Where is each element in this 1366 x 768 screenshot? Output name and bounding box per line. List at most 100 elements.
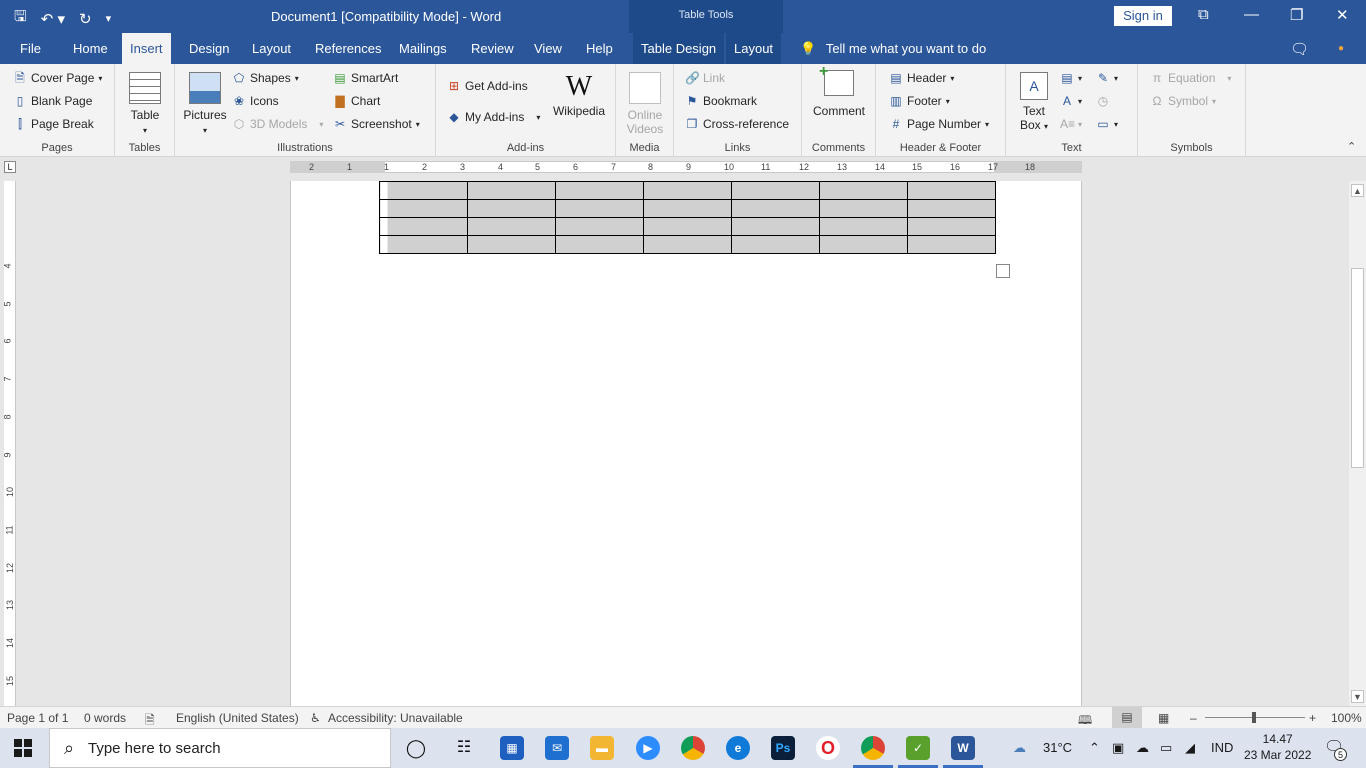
language-indicator[interactable]: English (United States) [176, 711, 299, 725]
battery-icon[interactable]: ▭ [1160, 740, 1172, 756]
tab-table-design[interactable]: Table Design [633, 33, 725, 64]
maximize-icon[interactable]: ❐ [1290, 6, 1303, 24]
tab-view[interactable]: View [526, 33, 570, 64]
bookmark-button[interactable]: ⚑ Bookmark [685, 94, 757, 108]
excel-app-icon[interactable]: ✓ [898, 736, 938, 768]
drop-cap-button[interactable]: A≡ ▾ [1060, 117, 1082, 131]
table-cell[interactable] [643, 181, 732, 200]
tab-selector[interactable]: L [4, 161, 16, 173]
table-cell[interactable] [467, 181, 556, 200]
tab-file[interactable]: File [12, 33, 49, 64]
pictures-button[interactable]: Pictures ▾ [182, 72, 228, 136]
mail-app-icon[interactable]: ✉ [545, 736, 569, 760]
store-app-icon[interactable]: ▦ [500, 736, 524, 760]
accessibility-status[interactable]: Accessibility: Unavailable [328, 711, 463, 725]
table-cell[interactable] [467, 199, 556, 218]
tab-table-layout[interactable]: Layout [726, 33, 782, 64]
document-table[interactable] [379, 181, 996, 254]
table-cell[interactable] [379, 217, 468, 236]
redo-icon[interactable]: ↻ [79, 10, 92, 28]
table-cell[interactable] [555, 181, 644, 200]
tab-home[interactable]: Home [65, 33, 116, 64]
word-count[interactable]: 0 words [84, 711, 126, 725]
table-cell[interactable] [819, 217, 908, 236]
tab-insert[interactable]: Insert [122, 33, 171, 64]
shapes-button[interactable]: ⬠ Shapes ▾ [232, 71, 299, 85]
3d-models-button[interactable]: ⬡ 3D Models ▾ [232, 117, 324, 131]
opera-app-icon[interactable]: O [816, 736, 840, 760]
table-cell[interactable] [379, 199, 468, 218]
file-explorer-icon[interactable]: ▬ [590, 736, 614, 760]
windows-start-icon[interactable] [14, 739, 32, 757]
print-layout-icon[interactable]: ▤ [1112, 707, 1142, 728]
table-cell[interactable] [467, 217, 556, 236]
smartart-button[interactable]: ▤ SmartArt [333, 71, 398, 85]
table-cell[interactable] [731, 217, 820, 236]
page-count[interactable]: Page 1 of 1 [7, 711, 68, 725]
close-icon[interactable]: ✕ [1336, 6, 1349, 24]
comment-button[interactable]: + Comment [810, 63, 868, 118]
word-app-icon[interactable]: W [943, 736, 983, 768]
taskbar-search-box[interactable]: ⌕ Type here to search [49, 728, 391, 768]
input-language[interactable]: IND [1211, 740, 1233, 755]
zoom-in-icon[interactable]: + [1309, 711, 1316, 725]
table-cell[interactable] [907, 199, 996, 218]
onedrive-icon[interactable]: ☁ [1136, 740, 1149, 756]
system-clock[interactable]: 14.47 23 Mar 2022 [1244, 731, 1311, 763]
cover-page-button[interactable]: 🗎 Cover Page ▾ [13, 71, 102, 85]
icons-button[interactable]: ❀ Icons [232, 94, 279, 108]
save-icon[interactable]: 🖫 [14, 6, 27, 31]
my-addins-button[interactable]: ◆ My Add-ins ▾ [447, 110, 540, 124]
table-cell[interactable] [379, 181, 468, 200]
weather-icon[interactable]: ☁ [1013, 740, 1026, 756]
screenshot-button[interactable]: ✂ Screenshot ▾ [333, 117, 420, 131]
sign-in-button[interactable]: Sign in [1114, 6, 1172, 26]
link-button[interactable]: 🔗 Link [685, 71, 725, 85]
table-resize-handle[interactable] [996, 264, 1010, 278]
object-button[interactable]: ▭ ▾ [1096, 117, 1118, 131]
tab-help[interactable]: Help [578, 33, 621, 64]
cross-reference-button[interactable]: ❐ Cross-reference [685, 117, 789, 131]
table-button[interactable]: Table ▾ [128, 72, 162, 136]
table-cell[interactable] [555, 235, 644, 254]
table-cell[interactable] [819, 199, 908, 218]
page-break-button[interactable]: ⫿ Page Break [13, 117, 94, 131]
footer-button[interactable]: ▥ Footer ▾ [889, 94, 949, 108]
chart-button[interactable]: ▇ Chart [333, 94, 380, 108]
task-view-icon[interactable]: ☷ [452, 736, 476, 760]
customize-qat-icon[interactable]: ▾ [106, 12, 112, 25]
wordart-button[interactable]: A ▾ [1060, 94, 1082, 108]
tab-mailings[interactable]: Mailings [391, 33, 455, 64]
page-number-button[interactable]: # Page Number ▾ [889, 117, 989, 131]
zoom-slider-thumb[interactable] [1252, 712, 1256, 723]
scroll-thumb[interactable] [1351, 268, 1364, 468]
tab-design[interactable]: Design [181, 33, 237, 64]
wifi-icon[interactable]: ◢ [1185, 740, 1195, 756]
vertical-scrollbar[interactable]: ▲ ▼ [1349, 181, 1366, 706]
text-box-button[interactable]: A Text Box ▾ [1016, 72, 1052, 132]
zoom-out-icon[interactable]: – [1190, 711, 1197, 725]
quick-parts-button[interactable]: ▤ ▾ [1060, 71, 1082, 85]
weather-temp[interactable]: 31°C [1043, 740, 1072, 755]
show-hidden-icons-icon[interactable]: ⌃ [1089, 740, 1100, 756]
tab-review[interactable]: Review [463, 33, 522, 64]
table-cell[interactable] [819, 235, 908, 254]
symbol-button[interactable]: Ω Symbol ▾ [1150, 94, 1217, 108]
table-cell[interactable] [643, 235, 732, 254]
wikipedia-button[interactable]: W Wikipedia [550, 70, 608, 118]
date-time-button[interactable]: ◷ [1096, 94, 1110, 108]
cortana-icon[interactable]: ◯ [404, 736, 428, 760]
scroll-down-icon[interactable]: ▼ [1351, 690, 1364, 703]
table-cell[interactable] [643, 199, 732, 218]
document-page[interactable] [290, 181, 1082, 706]
edge-app-icon[interactable]: e [726, 736, 750, 760]
network-adapter-icon[interactable]: ▣ [1112, 740, 1124, 756]
table-cell[interactable] [731, 181, 820, 200]
tab-layout[interactable]: Layout [244, 33, 299, 64]
vertical-ruler[interactable]: 4 5 6 7 8 9 10 11 12 13 14 15 [3, 181, 16, 706]
table-cell[interactable] [819, 181, 908, 200]
signature-line-button[interactable]: ✎ ▾ [1096, 71, 1118, 85]
table-cell[interactable] [643, 217, 732, 236]
scroll-up-icon[interactable]: ▲ [1351, 184, 1364, 197]
equation-button[interactable]: π Equation ▾ [1150, 71, 1232, 85]
